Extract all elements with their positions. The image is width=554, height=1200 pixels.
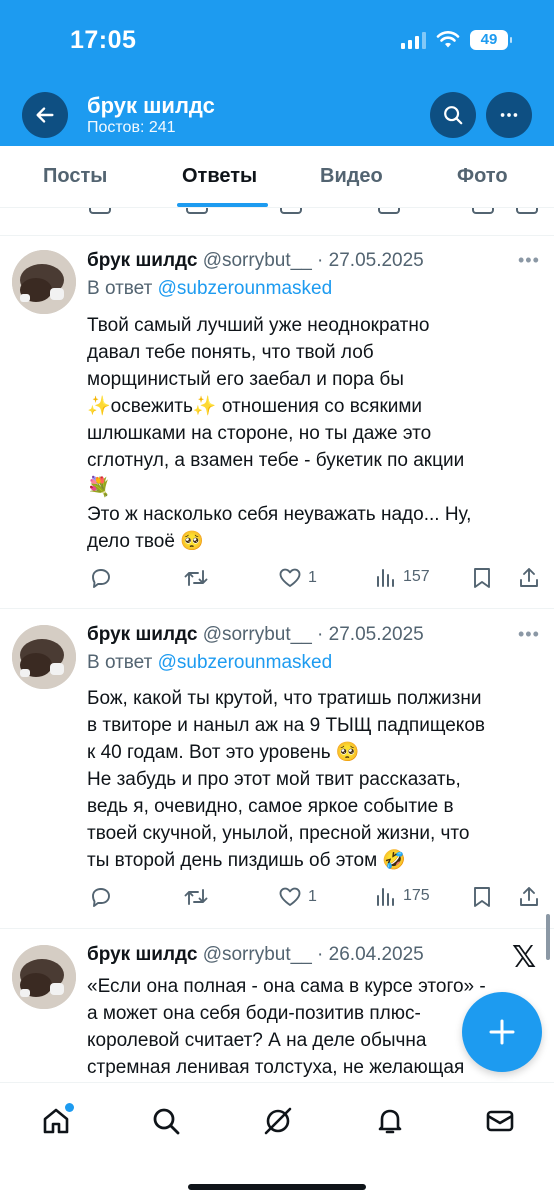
tweet-header: брук шилдс @sorrybut__ · 26.04.2025 bbox=[87, 944, 424, 966]
status-icons: 49 bbox=[401, 30, 512, 50]
search-button[interactable] bbox=[430, 92, 476, 138]
views-icon bbox=[377, 888, 394, 906]
home-indicator bbox=[188, 1184, 366, 1190]
reply-button[interactable] bbox=[89, 566, 113, 590]
avatar[interactable] bbox=[12, 945, 76, 1009]
posts-count: Постов: 241 bbox=[87, 119, 176, 136]
reply-user-link[interactable]: @subzerounmasked bbox=[158, 652, 333, 673]
tweet-text: Твой самый лучший уже неоднократно давал… bbox=[87, 315, 472, 552]
tweet-actions: 1 175 bbox=[87, 885, 542, 913]
tweet[interactable]: брук шилдс @sorrybut__ · 27.05.2025 ••• … bbox=[0, 236, 554, 608]
scrollbar[interactable] bbox=[546, 914, 550, 960]
reply-context: В ответ @subzerounmasked bbox=[87, 652, 332, 674]
tweet-date[interactable]: · 27.05.2025 bbox=[317, 250, 424, 271]
like-count: 1 bbox=[308, 888, 317, 905]
share-button[interactable] bbox=[517, 885, 541, 909]
more-horizontal-icon bbox=[500, 113, 518, 117]
author-handle[interactable]: @sorrybut__ bbox=[203, 624, 312, 645]
reply-icon bbox=[92, 888, 110, 907]
tab-photo[interactable]: Фото bbox=[457, 165, 508, 188]
bookmark-button[interactable] bbox=[471, 566, 493, 590]
retweet-button[interactable] bbox=[183, 566, 209, 590]
nav-messages[interactable] bbox=[480, 1101, 520, 1141]
status-time: 17:05 bbox=[70, 26, 137, 54]
retweet-icon bbox=[184, 889, 208, 905]
author-name[interactable]: брук шилдс bbox=[87, 250, 197, 271]
views-icon bbox=[377, 569, 394, 587]
tweet-more-icon[interactable]: ••• bbox=[518, 250, 540, 271]
tab-video[interactable]: Видео bbox=[320, 165, 383, 188]
tweet-more-icon[interactable]: ••• bbox=[518, 624, 540, 645]
reply-context: В ответ @subzerounmasked bbox=[87, 278, 332, 300]
nav-home[interactable] bbox=[36, 1101, 76, 1141]
tweet-date[interactable]: · 26.04.2025 bbox=[317, 944, 424, 965]
tab-posts[interactable]: Посты bbox=[43, 165, 107, 188]
tab-replies[interactable]: Ответы bbox=[182, 165, 257, 188]
author-name[interactable]: брук шилдс bbox=[87, 944, 197, 965]
share-icon bbox=[520, 568, 538, 587]
like-count: 1 bbox=[308, 569, 317, 586]
tweet-header: брук шилдс @sorrybut__ · 27.05.2025 bbox=[87, 624, 424, 646]
views-button[interactable]: 157 bbox=[375, 566, 430, 588]
author-name[interactable]: брук шилдс bbox=[87, 624, 197, 645]
tweet[interactable]: брук шилдс @sorrybut__ · 27.05.2025 ••• … bbox=[0, 609, 554, 927]
notification-dot bbox=[65, 1103, 74, 1112]
like-button[interactable]: 1 bbox=[278, 885, 317, 909]
retweet-icon bbox=[184, 570, 208, 586]
like-button[interactable]: 1 bbox=[278, 566, 317, 590]
heart-icon bbox=[279, 887, 301, 906]
nav-grok[interactable] bbox=[258, 1101, 298, 1141]
search-icon bbox=[153, 1108, 180, 1135]
profile-title: брук шилдс Постов: 241 bbox=[87, 94, 215, 138]
tweet-text: Бож, какой ты крутой, что тратишь полжиз… bbox=[87, 688, 485, 871]
retweet-button[interactable] bbox=[183, 885, 209, 909]
bottom-navigation bbox=[0, 1082, 554, 1200]
tweet-header: брук шилдс @sorrybut__ · 27.05.2025 bbox=[87, 250, 424, 272]
search-icon bbox=[444, 106, 463, 125]
avatar[interactable] bbox=[12, 250, 76, 314]
author-handle[interactable]: @sorrybut__ bbox=[203, 944, 312, 965]
battery-icon: 49 bbox=[470, 30, 512, 50]
grok-icon bbox=[264, 1107, 292, 1135]
profile-tabs: Посты Ответы Видео Фото bbox=[0, 146, 554, 208]
views-count: 175 bbox=[403, 887, 430, 904]
more-button[interactable] bbox=[486, 92, 532, 138]
bell-icon bbox=[378, 1109, 402, 1134]
avatar[interactable] bbox=[12, 625, 76, 689]
arrow-left-icon bbox=[36, 107, 54, 123]
back-button[interactable] bbox=[22, 92, 68, 138]
reply-icon bbox=[92, 569, 110, 588]
profile-name: брук шилдс bbox=[87, 93, 215, 118]
share-button[interactable] bbox=[517, 566, 541, 590]
nav-notifications[interactable] bbox=[370, 1101, 410, 1141]
views-button[interactable]: 175 bbox=[375, 885, 430, 907]
compose-button[interactable] bbox=[462, 992, 542, 1072]
wifi-icon bbox=[436, 31, 460, 48]
previous-tweet-actions bbox=[0, 208, 554, 220]
bookmark-icon bbox=[474, 887, 490, 907]
signal-icon bbox=[401, 31, 426, 49]
plus-icon bbox=[489, 1019, 515, 1045]
reply-prefix: В ответ bbox=[87, 278, 153, 299]
bookmark-icon bbox=[474, 568, 490, 588]
share-icon bbox=[520, 887, 538, 906]
reply-prefix: В ответ bbox=[87, 652, 153, 673]
heart-icon bbox=[279, 568, 301, 587]
reply-button[interactable] bbox=[89, 885, 113, 909]
profile-header: 17:05 49 брук шилдс Постов: 241 bbox=[0, 0, 554, 146]
tweet-actions: 1 157 bbox=[87, 566, 542, 594]
author-handle[interactable]: @sorrybut__ bbox=[203, 250, 312, 271]
views-count: 157 bbox=[403, 568, 430, 585]
mail-icon bbox=[486, 1110, 514, 1132]
x-logo: 𝕏 bbox=[512, 941, 537, 974]
bookmark-button[interactable] bbox=[471, 885, 493, 909]
nav-search[interactable] bbox=[146, 1101, 186, 1141]
active-tab-indicator bbox=[177, 203, 268, 207]
tweet-date[interactable]: · 27.05.2025 bbox=[317, 624, 424, 645]
reply-user-link[interactable]: @subzerounmasked bbox=[158, 278, 333, 299]
